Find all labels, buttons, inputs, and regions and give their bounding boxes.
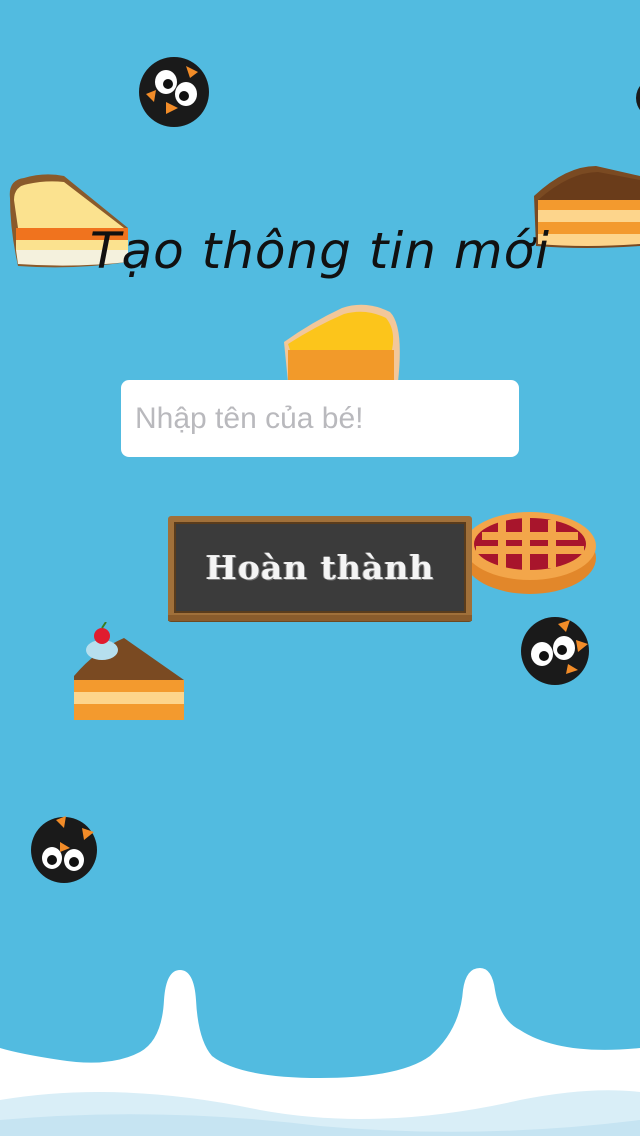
snow-ground: [0, 968, 640, 1136]
cherry-cake-icon: [74, 622, 184, 720]
chalkboard-tray: [168, 615, 472, 621]
penguin-icon: [139, 57, 209, 127]
cherry-pie-icon: [464, 512, 596, 594]
lemon-pie-icon: [284, 304, 400, 382]
done-button-label: Hoàn thành: [205, 548, 435, 587]
penguin-icon: [31, 816, 97, 883]
page-title: Tạo thông tin mới: [89, 221, 551, 280]
done-button[interactable]: Hoàn thành: [168, 516, 472, 621]
game-screen: Tạo thông tin mới Hoàn thành: [0, 0, 640, 1136]
child-name-input[interactable]: [121, 380, 519, 457]
penguin-icon: [521, 617, 589, 685]
penguin-icon: [636, 86, 640, 110]
